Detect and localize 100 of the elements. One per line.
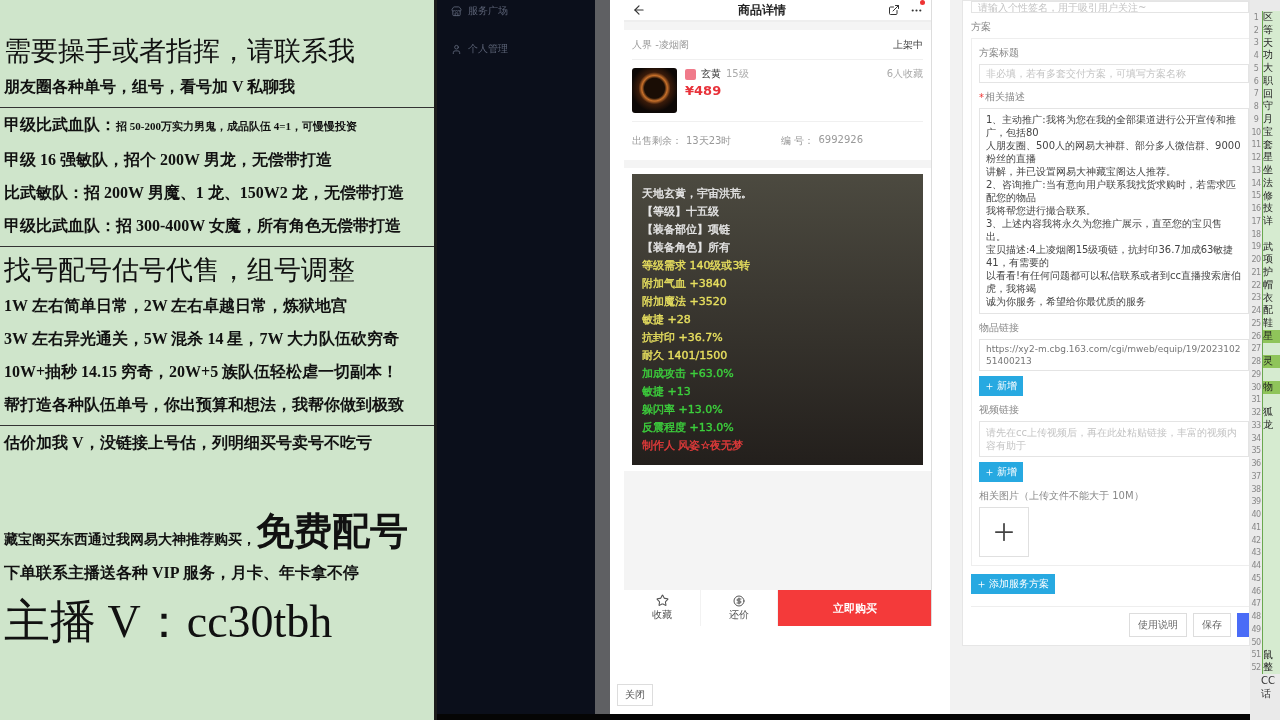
field-label: 物品链接 bbox=[979, 321, 1020, 335]
sheet-cell: 护 bbox=[1262, 266, 1280, 279]
add-button[interactable]: 新增 bbox=[979, 462, 1023, 482]
row-number: 25 bbox=[1250, 318, 1262, 328]
row-number: 41 bbox=[1250, 522, 1262, 532]
row-number: 11 bbox=[1250, 140, 1262, 150]
back-icon[interactable] bbox=[632, 3, 646, 17]
stat-line: 【等级】十五级 bbox=[642, 204, 719, 219]
row-number: 35 bbox=[1250, 446, 1262, 456]
number-label: 编 号： bbox=[781, 134, 815, 148]
sheet-cell: 技 bbox=[1262, 202, 1280, 215]
row-number: 43 bbox=[1250, 548, 1262, 558]
row-number: 5 bbox=[1252, 63, 1260, 73]
row-number: 4 bbox=[1252, 51, 1260, 61]
section-label: 方案 bbox=[971, 20, 992, 34]
user-icon bbox=[451, 43, 462, 55]
ad-detail: 招 50-200万实力男鬼，成品队伍 4=1，可慢慢投资 bbox=[116, 119, 357, 134]
row-number: 51 bbox=[1250, 650, 1262, 660]
row-number: 38 bbox=[1250, 484, 1262, 494]
image-upload[interactable] bbox=[979, 507, 1029, 557]
row-number: 39 bbox=[1250, 497, 1262, 507]
row-number: 48 bbox=[1250, 612, 1262, 622]
sheet-cell: 配 bbox=[1262, 304, 1280, 317]
stat-line: 抗封印 +36.7% bbox=[642, 330, 723, 345]
sheet-cell: 月 bbox=[1262, 113, 1280, 126]
row-number: 24 bbox=[1250, 306, 1262, 316]
help-button[interactable]: 使用说明 bbox=[1129, 613, 1187, 637]
stat-line: 制作人 风姿☆夜无梦 bbox=[642, 438, 744, 453]
star-icon bbox=[655, 594, 669, 607]
sheet-cell: 大 bbox=[1262, 62, 1280, 75]
stat-line: 【装备部位】项链 bbox=[642, 222, 730, 237]
add-plan-button[interactable]: 添加服务方案 bbox=[971, 574, 1055, 594]
ad-text: 估价加我 V，没链接上号估，列明细买号卖号不吃亏 bbox=[4, 433, 373, 453]
field-label: 视频链接 bbox=[979, 403, 1020, 417]
row-number: 18 bbox=[1250, 229, 1262, 239]
ad-heading: 找号配号估号代售，组号调整 bbox=[4, 254, 356, 287]
listing-status: 上架中 bbox=[893, 37, 923, 52]
ad-text: 甲级 16 强敏队，招个 200W 男龙，无偿带打造 bbox=[4, 150, 333, 170]
ad-text: 甲级比武血队： bbox=[4, 115, 116, 135]
sheet-cell: 星 bbox=[1262, 151, 1280, 164]
stat-line: 等级需求 140级或3转 bbox=[642, 258, 751, 273]
row-number: 14 bbox=[1250, 178, 1262, 188]
sheet-cell: 龙 bbox=[1262, 419, 1280, 432]
sidebar-item[interactable]: 服务广场 bbox=[451, 0, 595, 22]
row-number: 22 bbox=[1250, 280, 1262, 290]
ad-text: 1W 左右简单日常，2W 左右卓越日常，炼狱地宫 bbox=[4, 296, 349, 316]
close-button[interactable]: 关闭 bbox=[617, 684, 653, 706]
page-title: 商品详情 bbox=[737, 1, 787, 19]
store-icon bbox=[451, 5, 462, 17]
row-number: 46 bbox=[1250, 586, 1262, 596]
row-number: 23 bbox=[1250, 293, 1262, 303]
row-number: 19 bbox=[1250, 242, 1262, 252]
sidebar-item[interactable]: 个人管理 bbox=[451, 38, 595, 60]
item-number: 6992926 bbox=[818, 134, 863, 147]
row-number: 6 bbox=[1252, 76, 1260, 86]
ad-text: 10W+抽秒 14.15 穷奇，20W+5 族队伍轻松虐一切副本！ bbox=[4, 362, 400, 382]
row-number: 44 bbox=[1250, 561, 1262, 571]
plus-icon bbox=[977, 579, 986, 589]
stat-line: 加成攻击 +63.0% bbox=[642, 366, 734, 381]
row-number: 16 bbox=[1250, 204, 1262, 214]
row-number: 40 bbox=[1250, 510, 1262, 520]
row-number: 31 bbox=[1250, 395, 1262, 405]
row-number: 26 bbox=[1250, 331, 1262, 341]
row-number: 10 bbox=[1250, 127, 1262, 137]
add-button[interactable]: 新增 bbox=[979, 376, 1023, 396]
row-number: 52 bbox=[1250, 663, 1262, 673]
stat-line: 躲闪率 +13.0% bbox=[642, 402, 723, 417]
buy-button[interactable]: 立即购买 bbox=[778, 590, 931, 626]
field-label: 方案标题 bbox=[979, 46, 1020, 60]
favorites-count: 6人收藏 bbox=[886, 67, 923, 81]
ad-text: 比武敏队：招 200W 男魔、1 龙、150W2 龙，无偿带打造 bbox=[4, 183, 405, 203]
remaining-time: 13天23时 bbox=[686, 134, 732, 148]
row-number: 28 bbox=[1250, 357, 1262, 367]
plus-icon bbox=[985, 381, 994, 391]
row-number: 33 bbox=[1250, 420, 1262, 430]
sheet-cell: 坐 bbox=[1262, 164, 1280, 177]
description-field[interactable]: 1、主动推广:我将为您在我的全部渠道进行公开宣传和推广，包括80 人朋友圈、500人的网易大神群、部分多人微信群、9000粉丝的直播 讲解，并已设置网易大神藏宝阁达人推荐。 2、咨询推广:当有意向用户联系我找货求购时，若需求匹配您的物品 我将帮您进行撮合联系。 3、上述内容我将永久为您推广展示，直至您的宝贝售出。 宝贝描述:4上凌烟阁15级项链，抗封印36.7加成63敏捷41，有需要的 以看看!有任何问题都可以私信联系或者到cc直播搜索唐伯虎，我将竭 诚为你服务，希望给你最优质的服务 bbox=[979, 108, 1249, 314]
share-icon[interactable] bbox=[888, 4, 900, 16]
row-number: 32 bbox=[1250, 408, 1262, 418]
sheet-cell: 鞋 bbox=[1262, 317, 1280, 330]
stat-line: 敏捷 +28 bbox=[642, 312, 691, 327]
row-number: 49 bbox=[1250, 624, 1262, 634]
link-field[interactable]: https://xy2-m.cbg.163.com/cgi/mweb/equip/19/202310251400213 bbox=[979, 339, 1249, 371]
stat-line: 附加魔法 +3520 bbox=[642, 294, 727, 309]
row-number: 13 bbox=[1250, 165, 1262, 175]
sheet-cell: 详 bbox=[1262, 215, 1280, 228]
notification-dot bbox=[920, 0, 925, 5]
row-number: 30 bbox=[1250, 382, 1262, 392]
save-button[interactable]: 保存 bbox=[1193, 613, 1231, 637]
sheet-text: 话 bbox=[1260, 687, 1272, 700]
ad-text: 3W 左右异光通关，5W 混杀 14 星，7W 大力队伍砍穷奇 bbox=[4, 329, 401, 349]
row-number: 37 bbox=[1250, 471, 1262, 481]
ad-heading: 需要操手或者指挥，请联系我 bbox=[4, 35, 356, 68]
ad-text: 藏宝阁买东西通过我网易大神推荐购买， bbox=[4, 531, 256, 549]
ad-text: 朋友圈各种单号，组号，看号加 V 私聊我 bbox=[4, 77, 297, 97]
stat-line: 天地玄黄，宇宙洪荒。 bbox=[642, 186, 752, 201]
stat-line: 敏捷 +13 bbox=[642, 384, 691, 399]
row-number: 42 bbox=[1250, 535, 1262, 545]
field-label: 相关描述 bbox=[985, 90, 1025, 104]
row-number: 15 bbox=[1250, 191, 1262, 201]
